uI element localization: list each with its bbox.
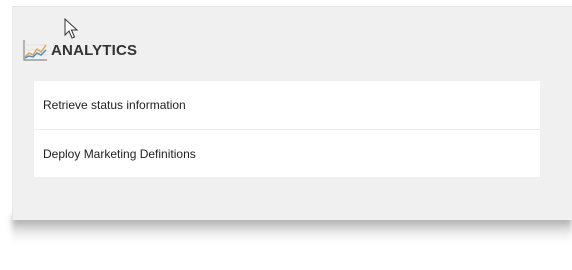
menu-item-deploy-marketing-definitions[interactable]: Deploy Marketing Definitions: [34, 129, 540, 177]
arrow-cursor-icon: [64, 18, 78, 39]
menu-item-retrieve-status[interactable]: Retrieve status information: [34, 81, 540, 129]
analytics-menu: Retrieve status information Deploy Marke…: [34, 81, 540, 177]
tile-title: ANALYTICS: [51, 41, 138, 59]
tile-header: ANALYTICS: [22, 36, 137, 64]
line-chart-icon: [23, 40, 47, 61]
tile-shadow: [12, 216, 572, 244]
